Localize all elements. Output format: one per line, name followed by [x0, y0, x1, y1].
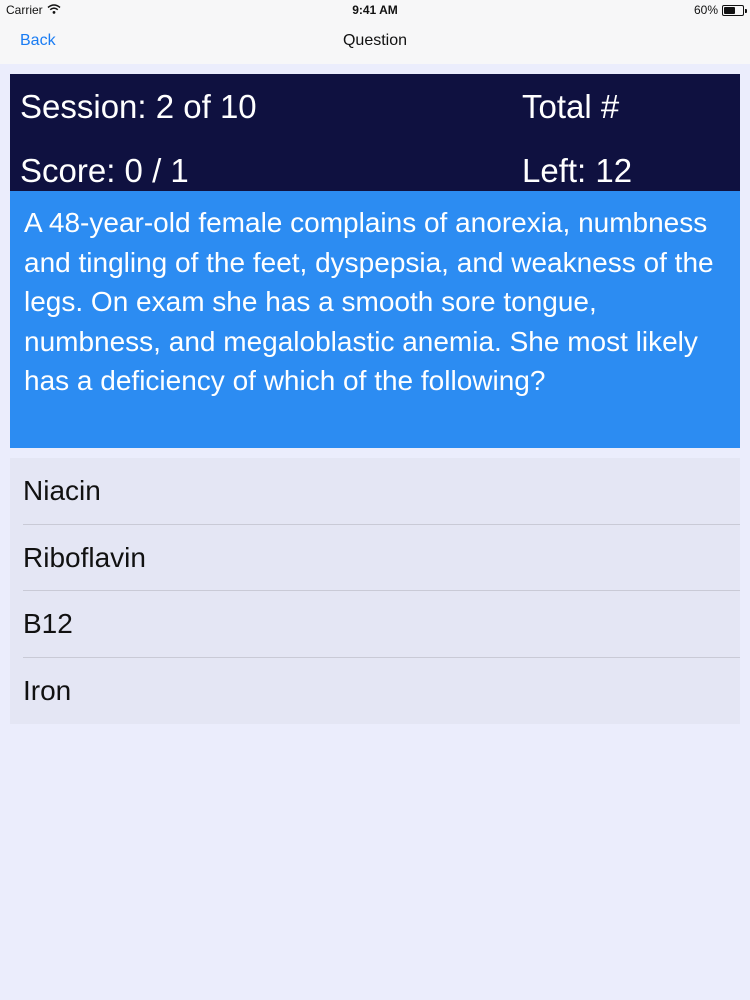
wifi-icon	[47, 3, 61, 17]
answer-label: Iron	[23, 674, 72, 706]
session-label: Session: 2 of 10	[20, 88, 257, 125]
battery-fill	[724, 6, 735, 14]
answer-option-riboflavin[interactable]: Riboflavin	[10, 525, 740, 592]
answer-option-niacin[interactable]: Niacin	[10, 458, 740, 525]
answer-label: Niacin	[23, 475, 101, 507]
total-label: Total #	[522, 88, 620, 125]
answer-label: B12	[23, 608, 73, 640]
session-header: Session: 2 of 10 Total # Score: 0 / 1 Le…	[10, 74, 740, 191]
nav-title: Question	[342, 32, 408, 49]
status-bar: Carrier 9:41 AM 60%	[0, 0, 750, 20]
navigation-bar: Back Question	[0, 20, 750, 64]
question-text: A 48-year-old female complains of anorex…	[10, 191, 740, 448]
battery-percent: 60%	[693, 3, 718, 17]
status-time: 9:41 AM	[352, 3, 398, 17]
score-label: Score: 0 / 1	[20, 152, 189, 189]
battery-icon	[722, 4, 747, 16]
back-button[interactable]: Back	[20, 32, 56, 50]
answer-option-iron[interactable]: Iron	[10, 658, 740, 725]
answer-list: Niacin Riboflavin B12 Iron	[10, 458, 740, 724]
left-count-label: Left: 12	[522, 152, 633, 189]
status-right: 60%	[693, 3, 747, 17]
status-left: Carrier	[6, 3, 61, 17]
answer-label: Riboflavin	[23, 541, 146, 573]
answer-option-b12[interactable]: B12	[10, 591, 740, 658]
carrier-label: Carrier	[6, 3, 43, 17]
